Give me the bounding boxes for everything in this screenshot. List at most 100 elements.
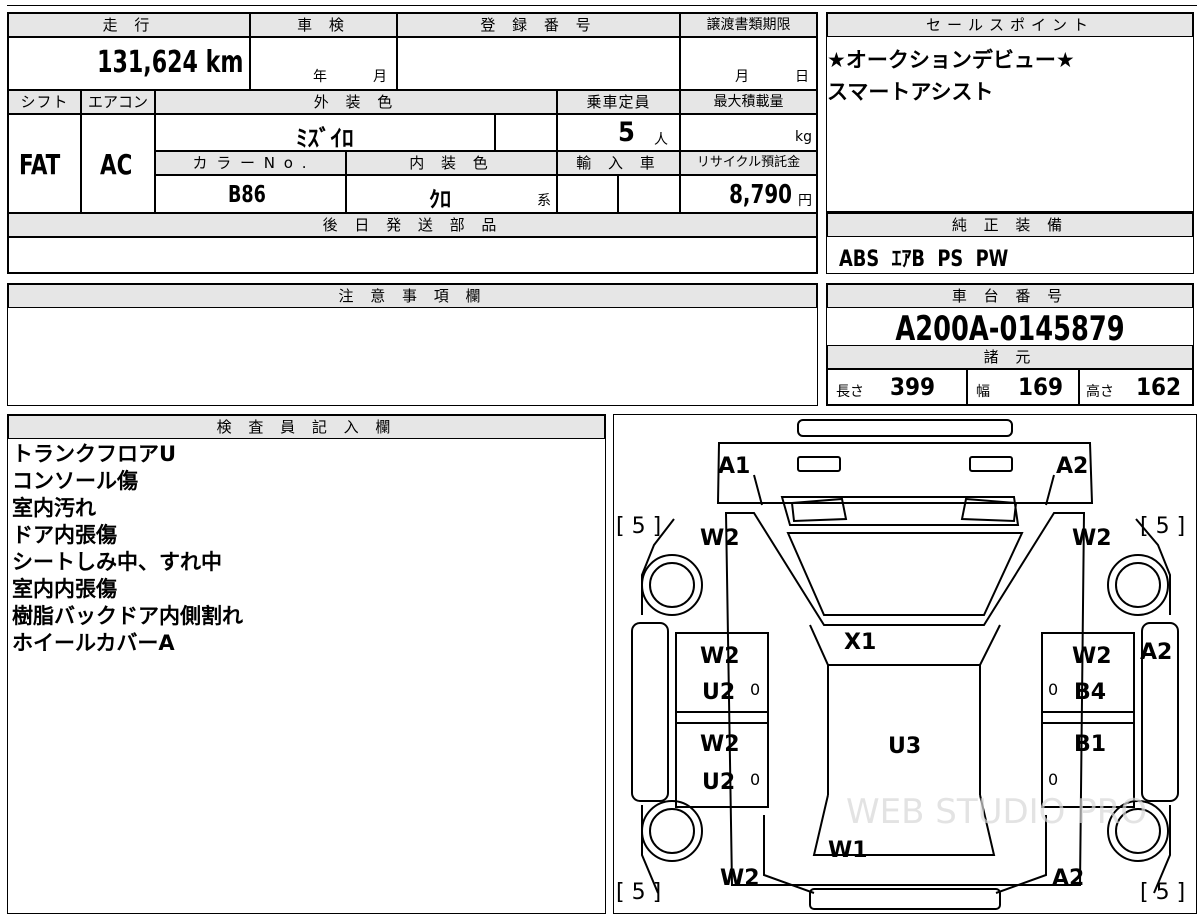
- exterior-color-extra: [495, 114, 557, 151]
- recycle-value: 8,790: [729, 180, 792, 210]
- front-outline-shape: [716, 442, 1094, 504]
- inspector-note-7: 樹脂バックドア内側割れ: [12, 604, 243, 628]
- sales-points-box: セールスポイント ★オークションデビュー★ スマートアシスト: [826, 12, 1194, 212]
- recycle-header: リサイクル預託金: [680, 151, 817, 175]
- inspector-note-8: ホイールカバーA: [12, 631, 175, 655]
- inspector-note-1: トランクフロアU: [12, 442, 177, 466]
- mark-left-rear-door-2: U2: [702, 770, 735, 795]
- caution-box: 注 意 事 項 欄: [7, 283, 818, 406]
- mileage-header: 走 行: [8, 13, 250, 37]
- later-parts-cell: [8, 237, 817, 273]
- shift-cell: FAT: [8, 114, 81, 213]
- height-value: 162: [1136, 373, 1182, 401]
- height-cell: 高さ 162: [1079, 369, 1193, 405]
- shift-value: FAT: [19, 148, 61, 181]
- sales-point-line-1: ★オークションデビュー★: [827, 48, 1075, 72]
- mark-right-sill: A2: [1140, 640, 1172, 665]
- width-label: 幅: [976, 384, 990, 400]
- sales-points-header: セールスポイント: [827, 13, 1193, 37]
- max-load-unit: kg: [795, 129, 812, 145]
- registration-header: 登 録 番 号: [397, 13, 680, 37]
- ac-cell: AC: [81, 114, 155, 213]
- later-parts-header: 後 日 発 送 部 品: [8, 213, 817, 237]
- color-no-value: B86: [228, 182, 266, 208]
- mark-right-front-door: W2: [1072, 644, 1112, 669]
- capacity-cell: 5 人: [557, 114, 680, 151]
- mileage-cell: 131,624 km: [8, 37, 250, 90]
- import-header: 輸 入 車: [557, 151, 680, 175]
- inspection-header: 車 検: [250, 13, 397, 37]
- caution-header: 注 意 事 項 欄: [8, 284, 817, 308]
- inspector-note-5: シートしみ中、すれ中: [12, 550, 222, 574]
- tire-front-left: [ 5 ]: [616, 514, 661, 539]
- chassis-number: A200A-0145879: [895, 309, 1125, 349]
- mark-right-rear-fender: A2: [1052, 866, 1084, 891]
- inspector-box: 検 査 員 記 入 欄 トランクフロアU コンソール傷 室内汚れ ドア内張傷 シ…: [7, 414, 606, 914]
- mark-right-front-door-2: B4: [1074, 680, 1106, 705]
- mark-roof: U3: [888, 734, 921, 759]
- transfer-day-label: 日: [795, 69, 809, 85]
- specs-header: 諸 元: [827, 345, 1193, 369]
- equipment-value: ABS ｴｱB PS PW: [839, 247, 1009, 272]
- inspector-note-6: 室内内張傷: [12, 577, 117, 601]
- max-load-header: 最大積載量: [680, 90, 817, 114]
- exterior-color-header: 外 装 色: [155, 90, 557, 114]
- mark-left-fender: W2: [700, 526, 740, 551]
- equipment-header: 純 正 装 備: [827, 213, 1193, 237]
- left-sill-shape: [631, 622, 669, 802]
- recycle-cell: 8,790 円: [680, 175, 817, 213]
- zero-right-front: 0: [1048, 680, 1058, 699]
- capacity-value: 5: [618, 117, 635, 148]
- chassis-header: 車 台 番 号: [827, 284, 1193, 308]
- length-value: 399: [890, 373, 936, 401]
- mark-front-left-bumper: A1: [718, 454, 750, 479]
- rear-bumper-shape: [809, 888, 1001, 910]
- mark-left-rear-fender: W2: [720, 866, 760, 891]
- transfer-deadline-cell: 月 日: [680, 37, 817, 90]
- ac-header: エアコン: [81, 90, 155, 114]
- length-cell: 長さ 399: [827, 369, 967, 405]
- mark-left-front-door: W2: [700, 644, 740, 669]
- exterior-color-value: ﾐｽﾞｲﾛ: [296, 126, 354, 152]
- registration-cell: [397, 37, 680, 90]
- zero-left-front: 0: [750, 680, 760, 699]
- equipment-box: 純 正 装 備 ABS ｴｱB PS PW: [826, 212, 1194, 274]
- shift-header: シフト: [8, 90, 81, 114]
- vehicle-info-table: 走 行 車 検 登 録 番 号 譲渡書類期限 131,624 km 年 月 月 …: [7, 12, 818, 274]
- interior-color-unit: 系: [537, 193, 551, 209]
- interior-color-cell: ｸﾛ 系: [346, 175, 557, 213]
- tire-rear-left: [ 5 ]: [616, 880, 661, 905]
- recycle-unit: 円: [798, 193, 812, 209]
- condition-diagram-box: WEB STUDIO PRO [ 5 ] [ 5 ] [ 5 ] [ 5 ] A…: [613, 414, 1197, 914]
- inspector-note-2: コンソール傷: [12, 469, 138, 493]
- ac-value: AC: [100, 148, 133, 181]
- inspection-month-label: 月: [373, 69, 387, 85]
- inspector-note-4: ドア内張傷: [12, 523, 117, 547]
- import-cell-b: [618, 175, 680, 213]
- top-strip: [7, 0, 1197, 6]
- height-label: 高さ: [1086, 384, 1114, 400]
- sales-point-line-2: スマートアシスト: [827, 80, 994, 104]
- transfer-deadline-header: 譲渡書類期限: [680, 13, 817, 37]
- inspector-header: 検 査 員 記 入 欄: [8, 415, 605, 439]
- import-cell-a: [557, 175, 618, 213]
- mark-front-right-bumper: A2: [1056, 454, 1088, 479]
- inspector-note-3: 室内汚れ: [12, 496, 96, 520]
- max-load-cell: kg: [680, 114, 817, 151]
- headlight-left-shape: [797, 456, 841, 472]
- mark-left-front-door-2: U2: [702, 680, 735, 705]
- mark-rear-glass: W1: [828, 838, 868, 863]
- watermark: WEB STUDIO PRO: [846, 792, 1147, 832]
- color-no-header: カ ラ ー N o .: [155, 151, 346, 175]
- exterior-color-cell: ﾐｽﾞｲﾛ: [155, 114, 495, 152]
- mileage-value: 131,624 km: [96, 45, 243, 80]
- width-value: 169: [1018, 373, 1064, 401]
- front-bumper-shape: [797, 419, 1013, 437]
- transfer-month-label: 月: [735, 69, 749, 85]
- interior-color-value: ｸﾛ: [429, 188, 452, 213]
- car-diagram: WEB STUDIO PRO [ 5 ] [ 5 ] [ 5 ] [ 5 ] A…: [616, 419, 1185, 910]
- capacity-header: 乗車定員: [557, 90, 680, 114]
- chassis-box: 車 台 番 号 A200A-0145879 諸 元 長さ 399 幅 169 高…: [826, 283, 1194, 406]
- capacity-unit: 人: [654, 132, 668, 148]
- headlight-right-shape: [969, 456, 1013, 472]
